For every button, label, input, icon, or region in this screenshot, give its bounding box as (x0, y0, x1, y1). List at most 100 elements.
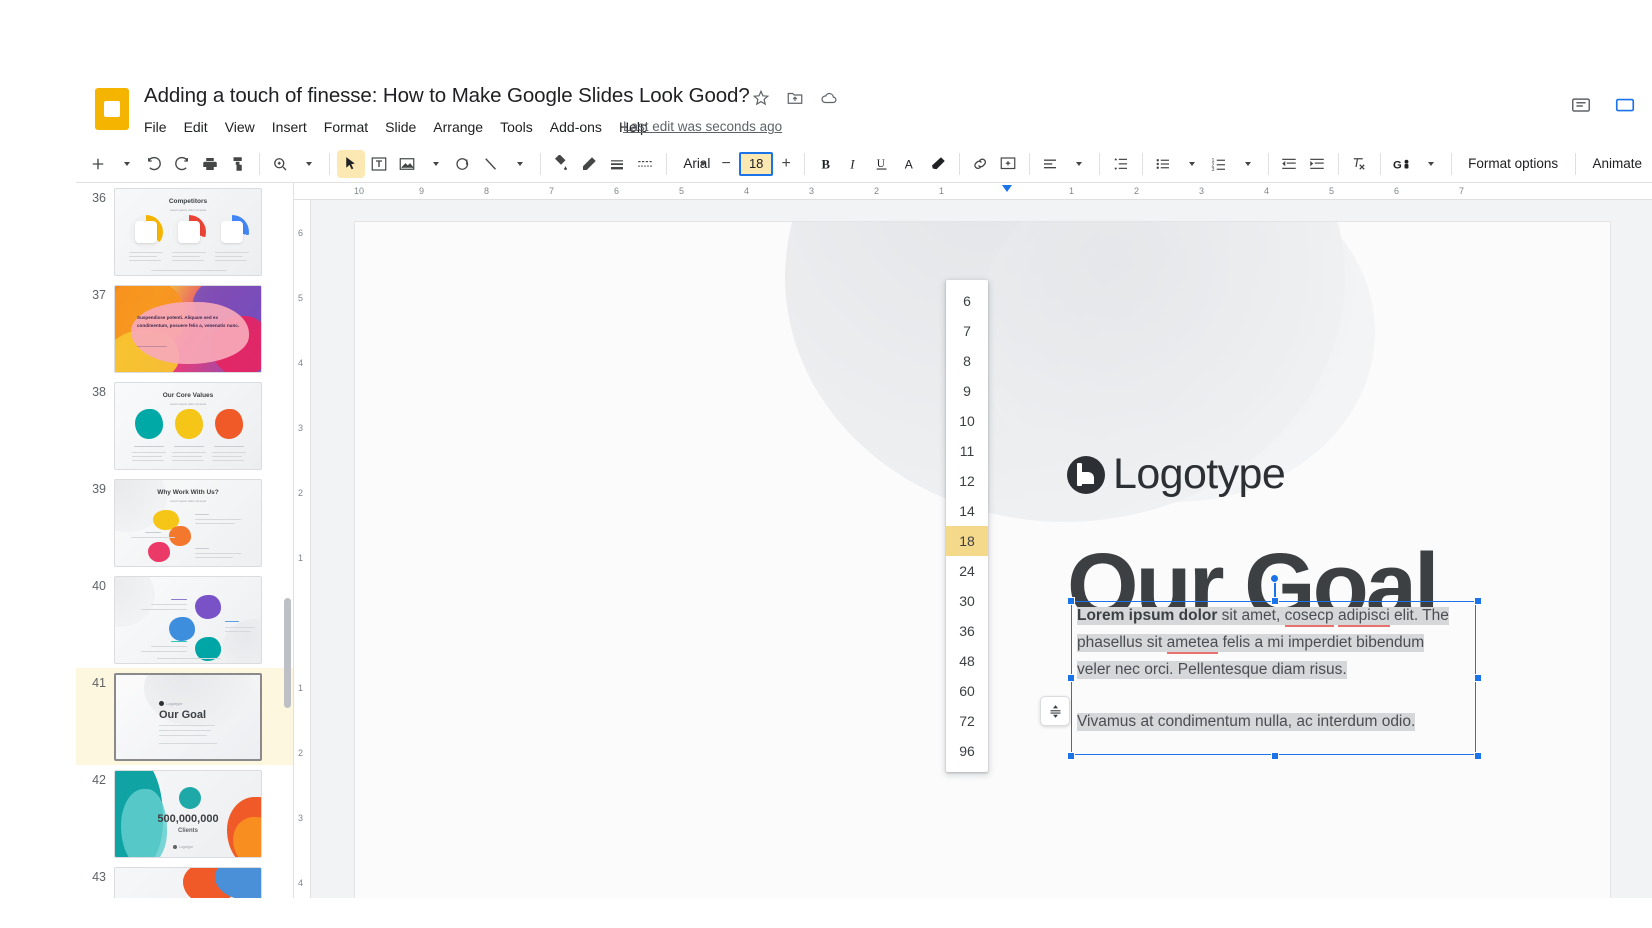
font-size-option[interactable]: 8 (946, 346, 988, 376)
slide-thumbnail[interactable] (114, 867, 262, 898)
font-size-option[interactable]: 10 (946, 406, 988, 436)
decrease-font-size-button[interactable]: − (715, 152, 737, 176)
more-options-dropdown[interactable] (1416, 150, 1444, 178)
present-icon[interactable] (1614, 95, 1636, 122)
text-color-icon[interactable]: A (896, 150, 924, 178)
line-spacing-widget-icon[interactable] (1040, 696, 1070, 726)
zoom-dropdown[interactable] (294, 150, 322, 178)
paint-format-icon[interactable] (224, 150, 252, 178)
new-slide-icon[interactable] (84, 150, 112, 178)
bulleted-list-dropdown[interactable] (1177, 150, 1205, 178)
align-icon[interactable] (1036, 150, 1064, 178)
menu-addons[interactable]: Add-ons (550, 118, 610, 136)
comment-history-icon[interactable] (1570, 95, 1592, 122)
more-options-icon[interactable]: G (1388, 150, 1416, 178)
bulleted-list-icon[interactable] (1149, 150, 1177, 178)
list-item[interactable]: 40 (76, 571, 293, 668)
font-size-option[interactable]: 14 (946, 496, 988, 526)
resize-handle-ml[interactable] (1067, 674, 1075, 682)
insert-link-icon[interactable] (966, 150, 994, 178)
selected-text-box[interactable]: Lorem ipsum dolor sit amet, cosecp adipi… (1071, 601, 1476, 755)
zoom-icon[interactable] (266, 150, 294, 178)
border-color-icon[interactable] (575, 150, 603, 178)
menu-format[interactable]: Format (324, 118, 376, 136)
menu-file[interactable]: File (144, 118, 175, 136)
increase-indent-icon[interactable] (1303, 150, 1331, 178)
highlight-color-icon[interactable] (924, 150, 952, 178)
list-item[interactable]: 39 Why Work With Us? Lorem ipsum dolor s… (76, 474, 293, 571)
list-item[interactable]: 36 Competitors Lorem ipsum dolor sit ame… (76, 183, 293, 280)
resize-handle-tl[interactable] (1067, 597, 1075, 605)
font-size-input[interactable]: 18 (739, 152, 773, 176)
font-size-option-selected[interactable]: 18 (946, 526, 988, 556)
font-size-option[interactable]: 96 (946, 736, 988, 766)
border-dash-icon[interactable] (631, 150, 659, 178)
cloud-saved-icon[interactable] (820, 89, 838, 107)
resize-handle-br[interactable] (1474, 752, 1482, 760)
animate-button[interactable]: Animate (1583, 150, 1652, 178)
resize-handle-tr[interactable] (1474, 597, 1482, 605)
menu-insert[interactable]: Insert (272, 118, 315, 136)
resize-handle-bl[interactable] (1067, 752, 1075, 760)
font-size-option[interactable]: 6 (946, 286, 988, 316)
list-item[interactable]: 38 Our Core Values Lorem ipsum dolor sit… (76, 377, 293, 474)
font-size-option[interactable]: 7 (946, 316, 988, 346)
slide-thumbnail[interactable]: Suspendisse potenti. Aliquam sed ex cond… (114, 285, 262, 373)
resize-handle-tc[interactable] (1271, 597, 1279, 605)
line-spacing-icon[interactable] (1107, 150, 1135, 178)
slide-thumbnail[interactable]: Competitors Lorem ipsum dolor sit amet (114, 188, 262, 276)
fill-color-icon[interactable] (547, 150, 575, 178)
star-icon[interactable] (752, 89, 770, 107)
font-family-select[interactable]: Arial (673, 151, 711, 177)
insert-comment-icon[interactable] (994, 150, 1022, 178)
line-dropdown[interactable] (505, 150, 533, 178)
image-dropdown[interactable] (421, 150, 449, 178)
numbered-list-dropdown[interactable] (1233, 150, 1261, 178)
font-size-option[interactable]: 60 (946, 676, 988, 706)
document-title[interactable]: Adding a touch of finesse: How to Make G… (144, 84, 750, 108)
slide-thumbnail[interactable] (114, 576, 262, 664)
select-icon[interactable] (337, 150, 365, 178)
move-to-folder-icon[interactable] (786, 89, 804, 107)
clear-formatting-icon[interactable] (1345, 150, 1373, 178)
increase-font-size-button[interactable]: + (775, 152, 797, 176)
slide-thumbnail-selected[interactable]: Logotype Our Goal (114, 673, 262, 761)
new-slide-dropdown[interactable] (112, 150, 140, 178)
resize-handle-mr[interactable] (1474, 674, 1482, 682)
line-icon[interactable] (477, 150, 505, 178)
print-icon[interactable] (196, 150, 224, 178)
menu-arrange[interactable]: Arrange (433, 118, 491, 136)
list-item[interactable]: 37 Suspendisse potenti. Aliquam sed ex c… (76, 280, 293, 377)
menu-edit[interactable]: Edit (184, 118, 216, 136)
image-icon[interactable] (393, 150, 421, 178)
list-item[interactable]: 42 500,000,000 Clients Logotype (76, 765, 293, 862)
text-box-icon[interactable] (365, 150, 393, 178)
menu-view[interactable]: View (225, 118, 263, 136)
format-options-button[interactable]: Format options (1458, 150, 1568, 178)
numbered-list-icon[interactable]: 123 (1205, 150, 1233, 178)
align-dropdown[interactable] (1064, 150, 1092, 178)
rotate-handle[interactable] (1270, 574, 1279, 583)
horizontal-ruler[interactable]: 10 9 8 7 6 5 4 3 2 1 1 2 3 4 5 6 7 (294, 183, 1652, 200)
font-size-option[interactable]: 12 (946, 466, 988, 496)
font-size-dropdown-menu[interactable]: 6 7 8 9 10 11 12 14 18 24 30 36 48 60 72… (946, 280, 988, 772)
border-weight-icon[interactable] (603, 150, 631, 178)
font-size-option[interactable]: 30 (946, 586, 988, 616)
underline-icon[interactable]: U (868, 150, 896, 178)
undo-icon[interactable] (140, 150, 168, 178)
list-item[interactable]: 43 (76, 862, 293, 898)
slide-thumbnail[interactable]: Our Core Values Lorem ipsum dolor sit am… (114, 382, 262, 470)
slide-thumbnail[interactable]: Why Work With Us? Lorem ipsum dolor sit … (114, 479, 262, 567)
resize-handle-bc[interactable] (1271, 752, 1279, 760)
font-size-option[interactable]: 24 (946, 556, 988, 586)
redo-icon[interactable] (168, 150, 196, 178)
list-item[interactable]: 41 Logotype Our Goal (76, 668, 293, 765)
slide-filmstrip[interactable]: 36 Competitors Lorem ipsum dolor sit ame… (76, 183, 294, 898)
menu-slide[interactable]: Slide (385, 118, 424, 136)
decrease-indent-icon[interactable] (1275, 150, 1303, 178)
bold-icon[interactable]: B (812, 150, 840, 178)
vertical-ruler[interactable]: 6 5 4 3 2 1 1 2 3 4 (294, 200, 311, 898)
filmstrip-scrollbar[interactable] (284, 598, 291, 708)
font-size-option[interactable]: 9 (946, 376, 988, 406)
italic-icon[interactable]: I (840, 150, 868, 178)
